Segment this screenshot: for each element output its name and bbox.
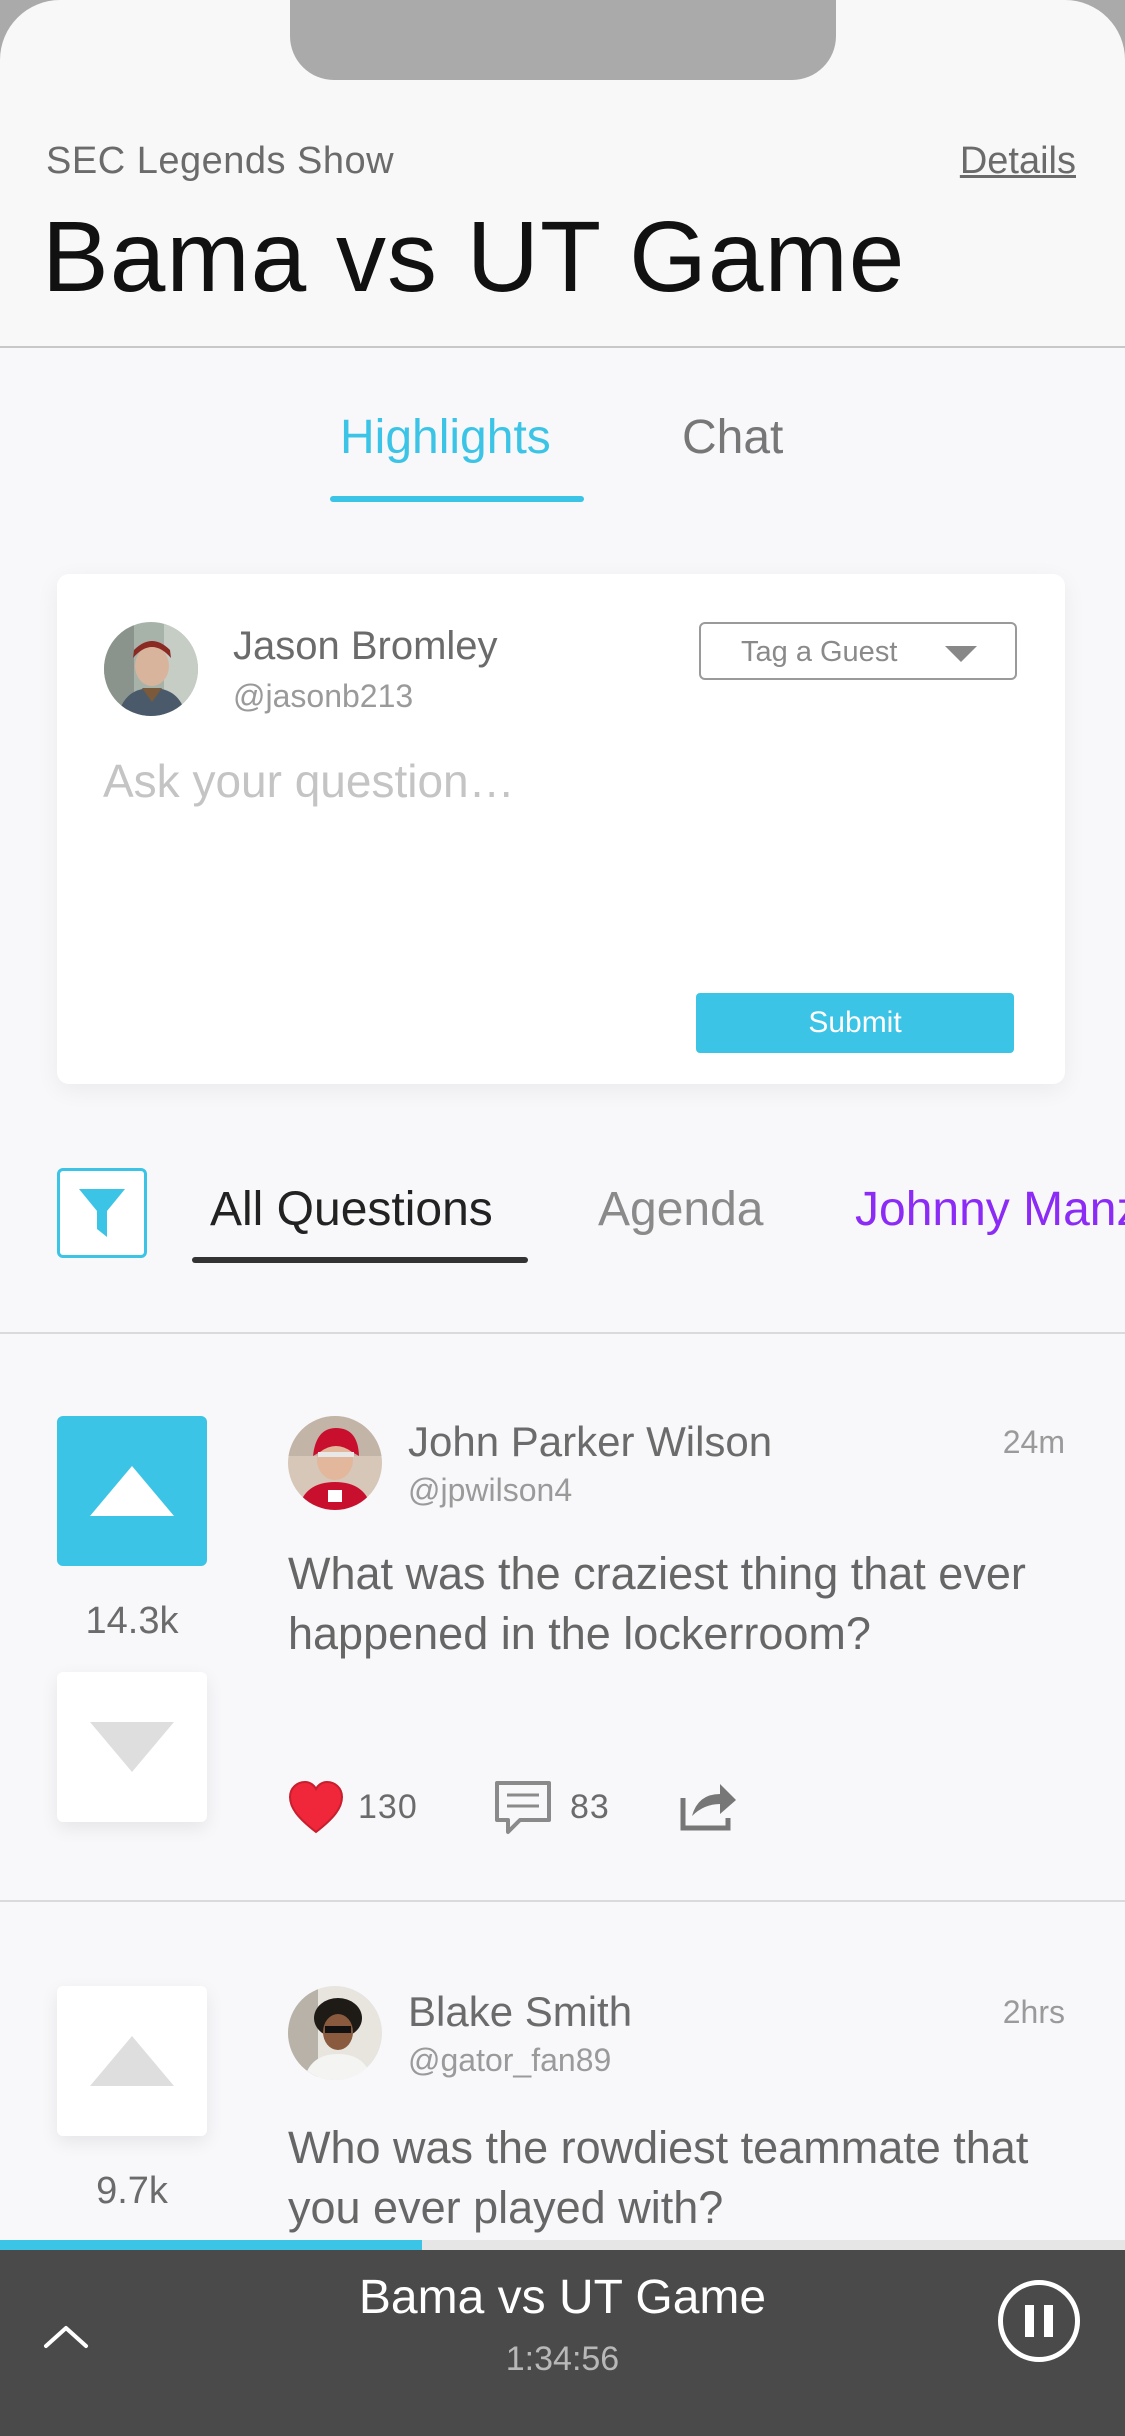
mini-player: Bama vs UT Game 1:34:56 [0,2250,1125,2436]
post-timestamp: 24m [1002,1424,1065,1460]
composer-user-name: Jason Bromley [233,624,498,668]
submit-button[interactable]: Submit [696,993,1014,1053]
tab-chat[interactable]: Chat [682,410,783,465]
question-post: 9.7k Blake Smith @gator_fan89 2hrs Who w… [0,1902,1125,2240]
post-question-text: Who was the rowdiest teammate that you e… [288,2122,1029,2233]
post-author: Blake Smith [408,1988,633,2035]
page-title: Bama vs UT Game [42,201,906,313]
top-tabs: Highlights Chat [0,400,1125,510]
triangle-up-icon [90,2036,174,2086]
pause-button[interactable] [998,2280,1080,2362]
share-icon[interactable] [680,1780,738,1832]
tag-guest-label: Tag a Guest [741,636,898,668]
avatar [288,1986,382,2080]
show-name: SEC Legends Show [46,140,395,182]
question-post: 14.3k John Parker Wilson @jpwilson4 24m … [0,1334,1125,1900]
post-actions: 130 83 [288,1780,788,1840]
playback-progress-bar[interactable] [0,2240,1125,2250]
post-question-text: What was the craziest thing that ever ha… [288,1548,1026,1659]
tag-guest-dropdown[interactable]: Tag a Guest [699,622,1017,680]
pause-icon [1025,2305,1034,2337]
comment-icon[interactable] [494,1780,552,1836]
vote-count: 14.3k [85,1600,179,1642]
device-notch [290,0,836,80]
app-screen: SEC Legends Show Details Bama vs UT Game… [0,0,1125,2436]
triangle-down-icon [90,1722,174,1772]
pause-icon [1044,2305,1053,2337]
filter-tab-agenda[interactable]: Agenda [598,1182,764,1237]
upvote-button[interactable] [57,1986,207,2136]
triangle-up-icon [90,1466,174,1516]
composer-user-handle: @jasonb213 [233,678,414,714]
tab-highlights[interactable]: Highlights [340,410,551,465]
active-filter-indicator [192,1257,528,1263]
filter-tab-all-questions[interactable]: All Questions [210,1182,493,1237]
details-link[interactable]: Details [960,140,1076,183]
question-input[interactable] [103,754,1003,974]
player-elapsed-time: 1:34:56 [505,2340,620,2378]
post-handle: @gator_fan89 [408,2042,612,2078]
filter-icon [79,1189,125,1237]
vote-count: 9.7k [96,2170,168,2212]
heart-icon[interactable] [288,1780,344,1836]
filter-tab-guest[interactable]: Johnny Manziel [855,1182,1125,1237]
like-count: 130 [358,1788,418,1826]
player-title: Bama vs UT Game [358,2271,767,2324]
filter-button[interactable] [57,1168,147,1258]
avatar [288,1416,382,1510]
post-timestamp: 2hrs [1002,1994,1065,2030]
playback-progress-fill [0,2240,422,2250]
post-handle: @jpwilson4 [408,1472,573,1508]
active-tab-indicator [330,496,584,502]
comment-count: 83 [570,1788,610,1826]
caret-down-icon [945,646,977,662]
downvote-button[interactable] [57,1672,207,1822]
question-composer: Jason Bromley @jasonb213 Tag a Guest Sub… [57,574,1065,1084]
post-author: John Parker Wilson [408,1418,773,1465]
question-filter-bar: All Questions Agenda Johnny Manziel [0,1160,1125,1280]
upvote-button[interactable] [57,1416,207,1566]
avatar [104,622,198,716]
